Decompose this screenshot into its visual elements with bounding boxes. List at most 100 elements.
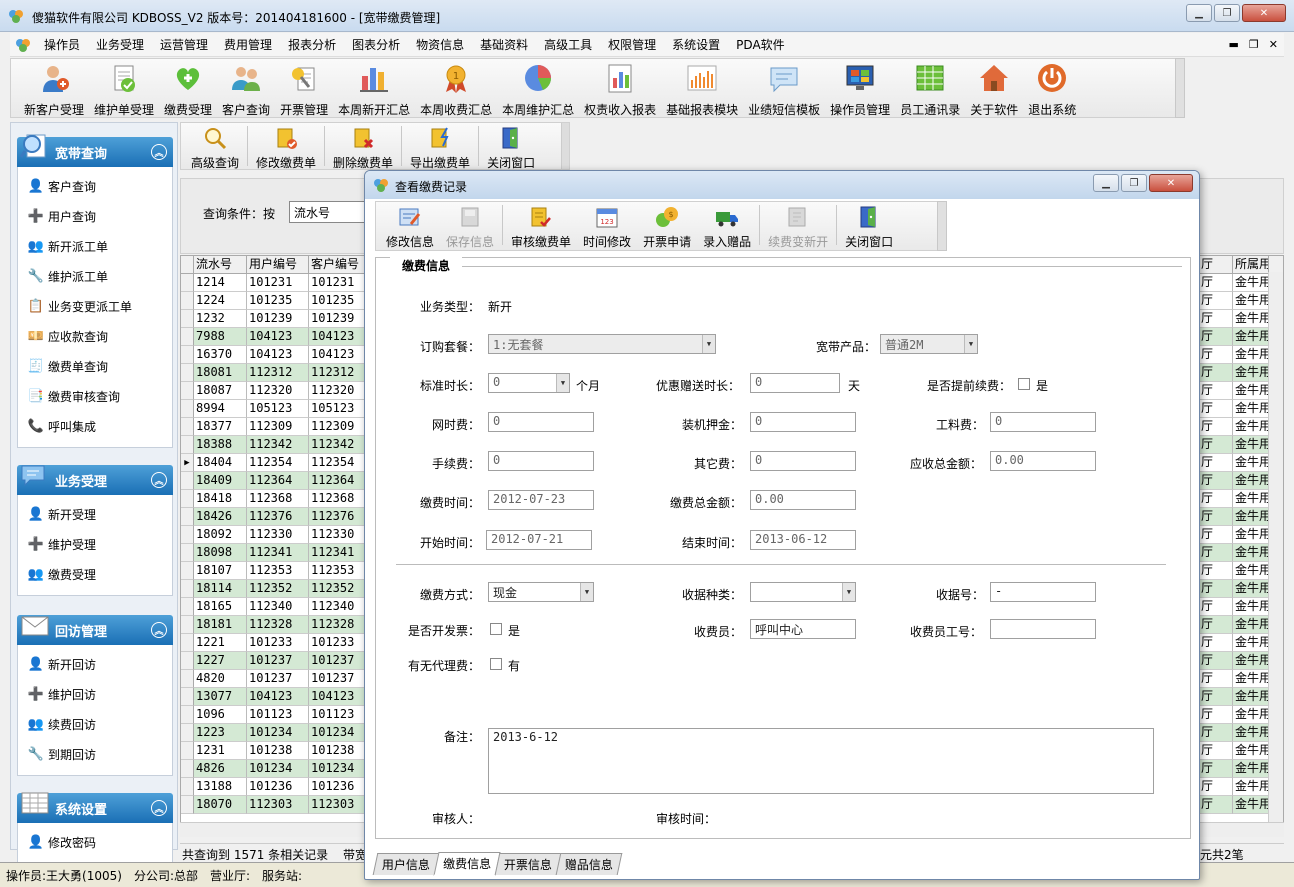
mdi-restore-icon[interactable]: ❐	[1249, 38, 1259, 51]
dialog-restore-button[interactable]: ❐	[1121, 174, 1147, 192]
minimize-button[interactable]: ▁	[1186, 4, 1212, 22]
toolbar-button-10[interactable]: 业绩短信模板	[743, 59, 825, 117]
net-fee-input[interactable]: 0	[488, 412, 594, 432]
sidebar-group-header[interactable]: 回访管理 ︽	[17, 615, 173, 645]
dialog-toolbar-button-1[interactable]: 保存信息	[440, 202, 500, 250]
toolbar-button-11[interactable]: 操作员管理	[825, 59, 895, 117]
sidebar-group-header[interactable]: 业务受理 ︽	[17, 465, 173, 495]
sidebar-item[interactable]: 💴 应收款查询	[18, 321, 172, 351]
remark-textarea[interactable]: 2013-6-12	[488, 728, 1154, 794]
toolbar-button-13[interactable]: 关于软件	[965, 59, 1023, 117]
deposit-input[interactable]: 0	[750, 412, 856, 432]
grid-vertical-scrollbar[interactable]	[1268, 272, 1283, 822]
pay-total-input[interactable]: 0.00	[750, 490, 856, 510]
grid-header-cell[interactable]: 用户编号	[247, 256, 309, 274]
menu-item-4[interactable]: 报表分析	[280, 34, 344, 56]
material-input[interactable]: 0	[990, 412, 1096, 432]
toolbar-button-9[interactable]: 基础报表模块	[661, 59, 743, 117]
receipt-type-select[interactable]: ▼	[750, 582, 856, 602]
sidebar-group-header[interactable]: 系统设置 ︽	[17, 792, 173, 823]
close-button[interactable]: ✕	[1242, 4, 1286, 22]
sidebar-item[interactable]: 📞 呼叫集成	[18, 411, 172, 441]
record-toolbar-button-1[interactable]: 修改缴费单	[250, 123, 322, 170]
restore-button[interactable]: ❐	[1214, 4, 1240, 22]
dialog-minimize-button[interactable]: ▁	[1093, 174, 1119, 192]
menu-item-6[interactable]: 物资信息	[408, 34, 472, 56]
tab-3[interactable]: 赠品信息	[555, 853, 623, 875]
sidebar-item[interactable]: ➕ 维护受理	[18, 529, 172, 559]
toolbar-button-12[interactable]: 员工通讯录	[895, 59, 965, 117]
sidebar-item[interactable]: ➕ 用户查询	[18, 201, 172, 231]
receivable-input[interactable]: 0.00	[990, 451, 1096, 471]
toolbar-button-14[interactable]: 退出系统	[1023, 59, 1081, 117]
dialog-toolbar-button-6[interactable]: 续费变新开	[762, 202, 834, 250]
menu-item-2[interactable]: 运营管理	[152, 34, 216, 56]
menu-item-8[interactable]: 高级工具	[536, 34, 600, 56]
sidebar-item[interactable]: 👤 修改密码	[18, 827, 172, 857]
record-toolbar-grip[interactable]	[561, 123, 569, 169]
menu-item-9[interactable]: 权限管理	[600, 34, 664, 56]
collapse-icon[interactable]: ︽	[151, 622, 167, 638]
sidebar-item[interactable]: 👥 续费回访	[18, 709, 172, 739]
std-duration-select[interactable]: 0 ▼	[488, 373, 570, 393]
dialog-toolbar-button-0[interactable]: 修改信息	[380, 202, 440, 250]
dialog-toolbar-grip[interactable]	[937, 201, 947, 251]
sidebar-item[interactable]: 👥 缴费受理	[18, 559, 172, 589]
dialog-toolbar-button-4[interactable]: $ 开票申请	[637, 202, 697, 250]
record-toolbar-button-4[interactable]: 关闭窗口	[481, 123, 541, 170]
sidebar-item[interactable]: 📑 缴费审核查询	[18, 381, 172, 411]
invoice-checkbox[interactable]	[490, 623, 502, 635]
product-select[interactable]: 普通2M ▼	[880, 334, 978, 354]
sidebar-item[interactable]: 📋 业务变更派工单	[18, 291, 172, 321]
grid-header-cell[interactable]: 所属用	[1233, 256, 1269, 274]
query-field-select[interactable]: 流水号	[289, 201, 369, 223]
bonus-input[interactable]: 0	[750, 373, 840, 393]
sidebar-item[interactable]: 👥 新开派工单	[18, 231, 172, 261]
dialog-toolbar-button-5[interactable]: 录入赠品	[697, 202, 757, 250]
collector-id-input[interactable]	[990, 619, 1096, 639]
grid-header-cell[interactable]: 流水号	[194, 256, 247, 274]
menu-item-11[interactable]: PDA软件	[728, 34, 792, 56]
dialog-toolbar-button-2[interactable]: 审核缴费单	[505, 202, 577, 250]
toolbar-grip[interactable]	[1175, 58, 1185, 118]
toolbar-button-2[interactable]: 缴费受理	[159, 59, 217, 117]
toolbar-button-3[interactable]: 客户查询	[217, 59, 275, 117]
end-time-input[interactable]: 2013-06-12	[750, 530, 856, 550]
toolbar-button-8[interactable]: 权责收入报表	[579, 59, 661, 117]
menu-item-0[interactable]: 操作员	[36, 34, 88, 56]
record-toolbar-button-0[interactable]: 高级查询	[185, 123, 245, 170]
sidebar-item[interactable]: 🔧 维护派工单	[18, 261, 172, 291]
sidebar-group-header[interactable]: 宽带查询 ︽	[17, 134, 173, 167]
toolbar-button-0[interactable]: 新客户受理	[19, 59, 89, 117]
menu-item-7[interactable]: 基础资料	[472, 34, 536, 56]
grid-header-cell[interactable]: 厅	[1199, 256, 1233, 274]
dialog-toolbar-button-3[interactable]: 123 时间修改	[577, 202, 637, 250]
toolbar-button-4[interactable]: 开票管理	[275, 59, 333, 117]
mdi-close-icon[interactable]: ✕	[1269, 38, 1278, 51]
collapse-icon[interactable]: ︽	[151, 800, 167, 816]
toolbar-button-6[interactable]: 1 本周收费汇总	[415, 59, 497, 117]
tab-0[interactable]: 用户信息	[372, 853, 440, 875]
sidebar-item[interactable]: 👤 客户查询	[18, 171, 172, 201]
early-renew-checkbox[interactable]	[1018, 378, 1030, 390]
record-toolbar-button-3[interactable]: 导出缴费单	[404, 123, 476, 170]
collapse-icon[interactable]: ︽	[151, 144, 167, 160]
sidebar-item[interactable]: ➕ 维护回访	[18, 679, 172, 709]
menu-item-10[interactable]: 系统设置	[664, 34, 728, 56]
tab-2[interactable]: 开票信息	[494, 853, 562, 875]
menu-item-1[interactable]: 业务受理	[88, 34, 152, 56]
tab-1[interactable]: 缴费信息	[433, 852, 501, 876]
agent-fee-checkbox[interactable]	[490, 658, 502, 670]
sidebar-item[interactable]: 👤 新开受理	[18, 499, 172, 529]
sidebar-item[interactable]: 👤 新开回访	[18, 649, 172, 679]
package-select[interactable]: 1:无套餐 ▼	[488, 334, 716, 354]
grid-header-cell[interactable]: 客户编号	[309, 256, 369, 274]
menu-item-3[interactable]: 费用管理	[216, 34, 280, 56]
sidebar-item[interactable]: 🧾 缴费单查询	[18, 351, 172, 381]
mdi-min-icon[interactable]: ▬	[1229, 38, 1239, 51]
collector-input[interactable]: 呼叫中心	[750, 619, 856, 639]
pay-time-input[interactable]: 2012-07-23	[488, 490, 594, 510]
handling-input[interactable]: 0	[488, 451, 594, 471]
sidebar-item[interactable]: 🔧 到期回访	[18, 739, 172, 769]
start-time-input[interactable]: 2012-07-21	[486, 530, 592, 550]
